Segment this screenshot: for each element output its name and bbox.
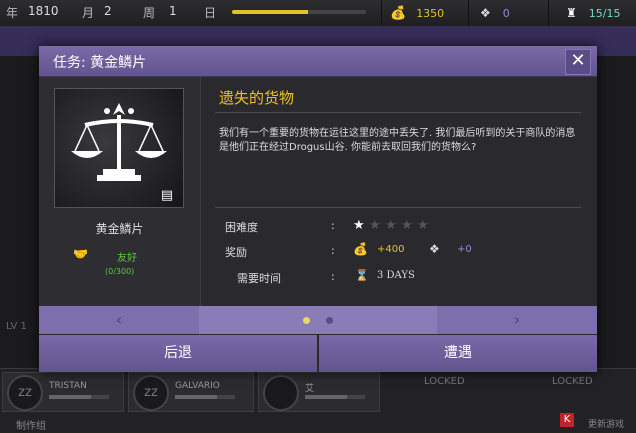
- star-empty-icon: ★: [369, 218, 381, 233]
- gold-bag-icon: 💰: [390, 5, 407, 21]
- dialog-title: 任务: 黄金鳞片: [53, 55, 147, 71]
- gold-bag-icon: 💰: [353, 242, 368, 256]
- unit-slot[interactable]: 艾: [258, 372, 380, 412]
- close-icon: ✕: [570, 50, 586, 71]
- top-status-bar: 年 1810 月 2 周 1 日 💰 1350 ❖ 0 ♜ 15/15: [0, 0, 636, 27]
- reward-label: 奖励: [225, 246, 247, 259]
- page-dot-active[interactable]: [303, 317, 310, 324]
- star-empty-icon: ★: [417, 218, 429, 233]
- divider: [215, 207, 581, 208]
- faction-panel: ▤ 黄金鳞片 🤝 友好 (0/300): [39, 77, 201, 306]
- quest-dialog: 任务: 黄金鳞片 ✕ ▤ 黄金鳞片 🤝 友好 (0/300) 遗失的货物 我们有…: [39, 46, 597, 372]
- difficulty-label: 困难度: [225, 221, 258, 234]
- crystal-icon: ❖: [429, 242, 440, 256]
- hourglass-icon: ⌛: [355, 269, 369, 282]
- update-link[interactable]: 更新游戏: [588, 417, 624, 430]
- star-filled-icon: ★: [353, 218, 365, 233]
- quest-description: 我们有一个重要的货物在运往这里的途中丢失了. 我们最后听到的关于商队的消息是他们…: [219, 128, 576, 153]
- day-label: 日: [204, 6, 217, 20]
- star-empty-icon: ★: [401, 218, 413, 233]
- time-value: 3 DAYS: [377, 270, 415, 281]
- quest-details: 遗失的货物 我们有一个重要的货物在运往这里的途中丢失了. 我们最后听到的关于商队…: [201, 77, 597, 306]
- faction-portrait: ▤: [54, 88, 184, 208]
- next-page-button[interactable]: ›: [437, 306, 597, 334]
- time-row: 需要时间 : ⌛ 3 DAYS: [237, 269, 415, 285]
- time-label: 需要时间: [237, 272, 281, 285]
- svg-text:▤: ▤: [161, 188, 173, 203]
- population-counter: ♜ 15/15: [566, 6, 621, 20]
- close-button[interactable]: ✕: [565, 49, 591, 75]
- relation-label: 友好: [117, 253, 137, 264]
- chevron-left-icon: ‹: [115, 310, 123, 329]
- sleep-icon: zz: [7, 375, 43, 411]
- relation-value: (0/300): [105, 267, 135, 276]
- quest-title: 遗失的货物: [219, 89, 295, 107]
- population-icon: ♜: [566, 6, 577, 20]
- unit-slot[interactable]: zz TRISTAN: [2, 372, 124, 412]
- difficulty-row: 困难度 : ★ ★ ★ ★ ★: [225, 218, 429, 234]
- gold-counter: 💰 1350: [390, 5, 445, 21]
- pager: ‹ ›: [39, 306, 597, 334]
- handshake-icon: 🤝: [73, 247, 88, 261]
- year-value: 1810: [28, 4, 59, 18]
- crystal-counter: ❖ 0: [480, 6, 510, 20]
- star-empty-icon: ★: [385, 218, 397, 233]
- empty-portrait: [263, 375, 299, 411]
- page-dot[interactable]: [326, 317, 333, 324]
- encounter-button[interactable]: 遭遇: [319, 335, 597, 372]
- red-badge[interactable]: K: [560, 413, 574, 427]
- month-label: 月: [82, 6, 95, 20]
- reward-crystal: +0: [457, 244, 472, 255]
- reward-row: 奖励 : 💰 +400 ❖ +0: [225, 242, 472, 259]
- day-progress-fill: [232, 10, 309, 14]
- chevron-right-icon: ›: [513, 310, 521, 329]
- year-label: 年: [6, 6, 19, 20]
- dialog-header: 任务: 黄金鳞片 ✕: [39, 46, 597, 77]
- prev-page-button[interactable]: ‹: [39, 306, 199, 334]
- level-label: LV 1: [6, 321, 27, 332]
- locked-label: LOCKED: [424, 376, 465, 387]
- dialog-buttons: 后退 遭遇: [39, 335, 597, 372]
- locked-label: LOCKED: [552, 376, 593, 387]
- scales-icon: ▤: [71, 103, 173, 203]
- divider: [215, 112, 581, 113]
- reward-gold: +400: [377, 244, 405, 255]
- back-button[interactable]: 后退: [39, 335, 317, 372]
- credits-tab[interactable]: 制作组: [16, 417, 46, 432]
- day-progress-bar: [232, 10, 366, 14]
- sleep-icon: zz: [133, 375, 169, 411]
- crystal-icon: ❖: [480, 6, 491, 20]
- week-value: 1: [169, 4, 177, 18]
- faction-name: 黄金鳞片: [95, 222, 144, 236]
- unit-slot[interactable]: zz GALVARIO: [128, 372, 254, 412]
- month-value: 2: [104, 4, 112, 18]
- week-label: 周: [143, 6, 156, 20]
